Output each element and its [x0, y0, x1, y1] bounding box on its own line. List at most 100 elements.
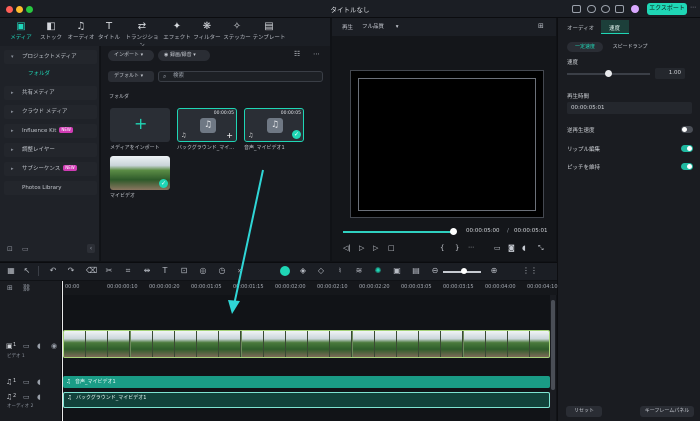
undo-icon[interactable]: ↶ — [48, 266, 58, 276]
play-icon[interactable]: ▷ — [373, 244, 378, 252]
folder-icon[interactable]: ▭ — [23, 378, 30, 386]
link-icon[interactable]: ⛓ — [22, 284, 31, 292]
cloud-icon[interactable] — [601, 5, 610, 13]
render-icon[interactable] — [280, 266, 290, 276]
redo-icon[interactable]: ↷ — [66, 266, 76, 276]
ripple-edit-toggle[interactable] — [681, 145, 693, 152]
media-item-audio[interactable]: 00:00:05 ♫ ♫ + — [177, 108, 237, 142]
more-tools-icon[interactable]: » — [235, 266, 245, 276]
playhead[interactable] — [62, 281, 63, 421]
media-item-video[interactable]: ✓ — [110, 156, 170, 190]
layout-grid-icon[interactable]: ⋮⋮ — [522, 266, 538, 276]
tab-filters[interactable]: ❋ フィルター — [192, 20, 222, 45]
sort-dropdown[interactable]: デフォルト ▾ — [108, 71, 154, 82]
filter-list-icon[interactable]: ☷ — [294, 50, 300, 58]
tab-audio[interactable]: ♫ オーディオ — [66, 20, 96, 45]
prev-frame-icon[interactable]: ◁| — [343, 244, 351, 252]
text-tool-icon[interactable]: T — [160, 266, 170, 276]
audio-clip-background[interactable]: ♫ バックグラウンド_マイビデオ1 — [63, 392, 550, 408]
video-clip[interactable] — [63, 330, 550, 358]
mask-icon[interactable]: ◎ — [198, 266, 208, 276]
scrubber-handle[interactable] — [450, 228, 457, 235]
zoom-slider-handle[interactable] — [461, 268, 467, 274]
sidebar-item-photos-library[interactable]: Photos Library — [4, 181, 97, 195]
mic-icon[interactable]: ♮ — [335, 266, 345, 276]
sidebar-item-shared-media[interactable]: ▸ 共有メディア — [4, 86, 97, 100]
grid-icon[interactable]: ▦ — [6, 266, 16, 276]
scissors-icon[interactable]: ✂ — [104, 266, 114, 276]
folder-icon[interactable]: ▭ — [23, 342, 30, 350]
more-icon[interactable]: ⋯ — [690, 4, 696, 11]
speed-value-input[interactable]: 1.00 — [655, 68, 685, 79]
quality-dropdown[interactable]: フル品質 ▾ — [362, 22, 414, 32]
speaker-icon[interactable]: ◖ — [37, 393, 41, 401]
speaker-icon[interactable]: ◖ — [37, 342, 41, 350]
avatar[interactable] — [631, 5, 639, 13]
eye-icon[interactable]: ◉ — [51, 342, 57, 350]
reset-button[interactable]: リセット — [566, 406, 602, 417]
timeline-scrollbar-thumb[interactable] — [551, 300, 555, 390]
bell-icon[interactable] — [615, 5, 624, 13]
add-to-timeline-icon[interactable]: + — [226, 131, 233, 140]
tab-media[interactable]: ▣ メディア — [6, 20, 36, 45]
import-media-tile[interactable]: + — [110, 108, 170, 142]
new-folder-icon[interactable]: ⊡ — [7, 245, 13, 253]
export-button[interactable]: エクスポート — [647, 3, 687, 15]
speed-slider-handle[interactable] — [605, 70, 612, 77]
tab-titles[interactable]: T タイトル — [94, 20, 124, 45]
collapse-sidebar-button[interactable]: ‹ — [87, 244, 95, 253]
media-item-audio-selected[interactable]: 00:00:05 ♫ ♫ ✓ — [244, 108, 304, 142]
snapshot-icon[interactable]: ⊞ — [538, 22, 544, 30]
step-back-icon[interactable]: ▷ — [359, 244, 364, 252]
sidebar-item-influence-kit[interactable]: ▸ Influence Kit NEW — [4, 124, 97, 138]
tab-stickers[interactable]: ✧ ステッカー — [222, 20, 252, 45]
tab-transitions[interactable]: ⇄トランジション — [123, 20, 161, 49]
speed-ramp-button[interactable]: スピードランプ — [608, 42, 652, 52]
sidebar-item-folder[interactable]: フォルダ — [4, 67, 97, 81]
delete-icon[interactable]: ⌫ — [86, 266, 97, 276]
folder-icon[interactable]: ▭ — [22, 245, 29, 253]
volume-icon[interactable]: ◖ — [522, 244, 526, 252]
folder-icon[interactable]: ▭ — [23, 393, 30, 401]
tab-templates[interactable]: ▤ テンプレート — [252, 20, 286, 45]
audio-mix-icon[interactable]: ≋ — [354, 266, 364, 276]
more-options-icon[interactable]: ⋯ — [313, 50, 320, 58]
tab-stock[interactable]: ◧ ストック — [36, 20, 66, 45]
keep-pitch-toggle[interactable] — [681, 163, 693, 170]
transform-icon[interactable]: ⊡ — [179, 266, 189, 276]
reverse-speed-toggle[interactable] — [681, 126, 693, 133]
import-dropdown[interactable]: インポート ▾ — [108, 50, 154, 61]
zoom-in-icon[interactable]: ⊕ — [489, 266, 499, 276]
tab-effects[interactable]: ✦ エフェクト — [162, 20, 192, 45]
user-icon[interactable] — [587, 5, 596, 13]
sidebar-item-project-media[interactable]: ▾ プロジェクトメディア — [4, 50, 97, 64]
duration-input[interactable]: 00:00:05:01 — [567, 102, 692, 114]
tab-audio-properties[interactable]: オーディオ — [567, 24, 594, 32]
record-dropdown[interactable]: ◉ 録画/録音 ▾ — [158, 50, 210, 61]
add-track-icon[interactable]: ⊞ — [7, 284, 13, 292]
constant-speed-button[interactable]: 一定速度 — [567, 42, 603, 52]
layout-icon[interactable] — [572, 5, 581, 13]
select-tool-icon[interactable]: ↖ — [22, 266, 32, 276]
fullscreen-icon[interactable]: ⤡ — [538, 244, 544, 253]
pip-icon[interactable]: ▣ — [392, 266, 402, 276]
search-input[interactable]: ⌕ 検索 — [158, 71, 323, 82]
mark-in-icon[interactable]: { — [440, 244, 444, 252]
display-icon[interactable]: ▭ — [494, 244, 501, 252]
ai-icon[interactable]: ✺ — [373, 266, 383, 276]
sidebar-item-adjustment-layer[interactable]: ▸ 調整レイヤー — [4, 143, 97, 157]
mark-out-icon[interactable]: } — [455, 244, 459, 252]
audio-clip-voice[interactable]: ♫ 音声_マイビデオ1 — [63, 376, 550, 388]
keyframe-panel-button[interactable]: キーフレームパネル — [640, 406, 694, 417]
camera-icon[interactable]: ◙ — [508, 244, 515, 252]
more-icon[interactable]: ⋯ — [468, 244, 474, 251]
shield-icon[interactable]: ◈ — [298, 266, 308, 276]
marker-icon[interactable]: ◇ — [316, 266, 326, 276]
speaker-icon[interactable]: ◖ — [37, 378, 41, 386]
speed-icon[interactable]: ◷ — [217, 266, 227, 276]
split-icon[interactable]: ⇹ — [142, 266, 152, 276]
sidebar-item-subsequence[interactable]: ▸ サブシーケンス NEW — [4, 162, 97, 176]
zoom-out-icon[interactable]: ⊖ — [430, 266, 440, 276]
sidebar-item-cloud-media[interactable]: ▸ クラウド メディア — [4, 105, 97, 119]
tab-speed[interactable]: 速度 — [609, 24, 620, 32]
